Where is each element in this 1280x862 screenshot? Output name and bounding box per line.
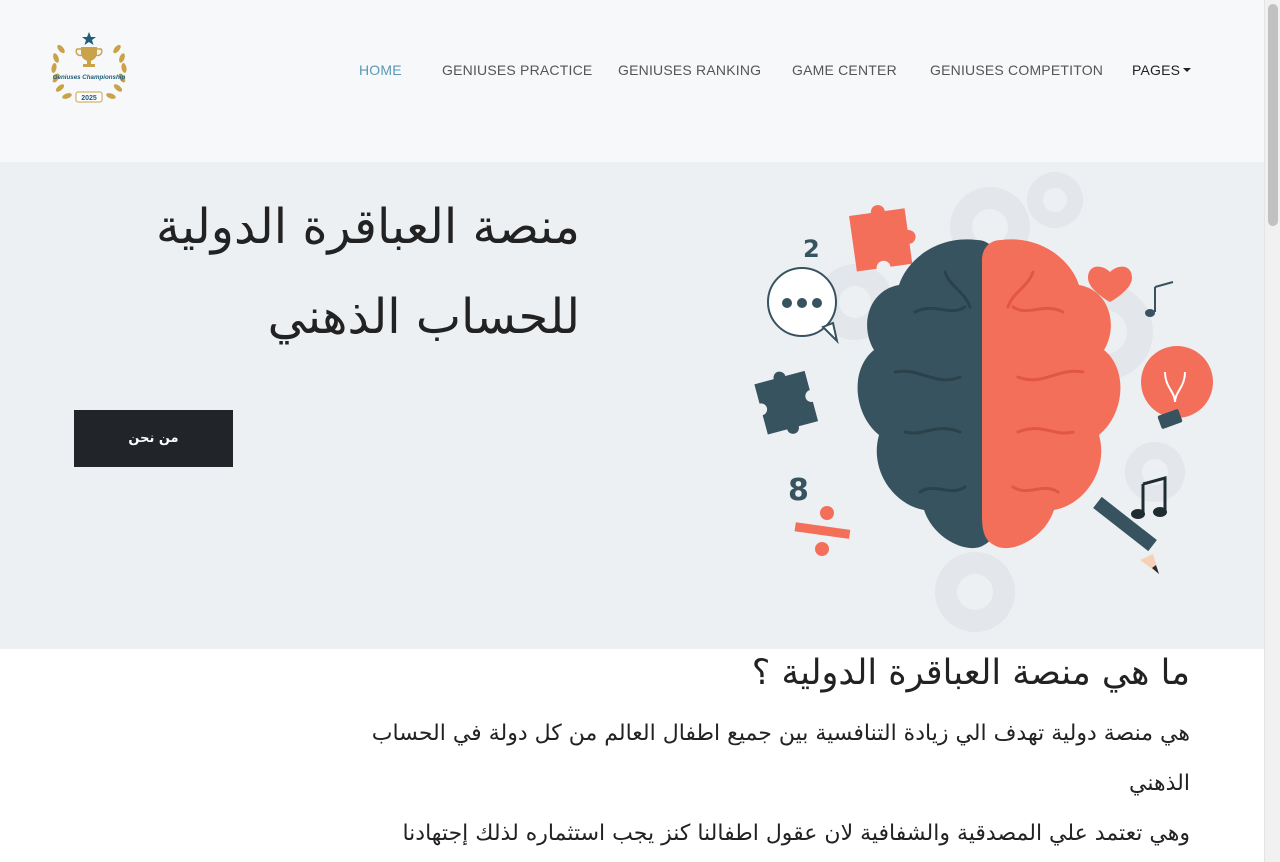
about-line-2: الذهني [1129, 771, 1190, 796]
hero-title-line1: منصة العباقرة الدولية [155, 199, 580, 255]
nav-game-center[interactable]: GAME CENTER [792, 62, 897, 78]
music-note-icon [1145, 281, 1174, 317]
nav-geniuses-practice[interactable]: GENIUSES PRACTICE [442, 62, 592, 78]
number-two: 2 [803, 235, 820, 263]
about-section: ما هي منصة العباقرة الدولية ؟ هي منصة دو… [0, 649, 1264, 862]
page-scrollbar[interactable] [1264, 0, 1280, 862]
about-line-1: هي منصة دولية تهدف الي زيادة التنافسية ب… [371, 721, 1190, 746]
about-us-button[interactable]: من نحن [74, 410, 233, 467]
puzzle-piece-icon [849, 205, 916, 272]
number-eight: 8 [788, 473, 809, 508]
about-description: هي منصة دولية تهدف الي زيادة التنافسية ب… [350, 709, 1190, 859]
logo-year: 2025 [81, 95, 97, 102]
about-line-3: وهي تعتمد علي المصدقية والشفافية لان عقو… [402, 821, 1190, 846]
site-header: Geniuses Championship 2025 HOME GENIUSES… [0, 0, 1264, 162]
lightbulb-icon [1141, 346, 1213, 429]
hero-section: منصة العباقرة الدولية للحساب الذهني من ن… [0, 162, 1264, 649]
speech-bubble-icon [767, 267, 839, 345]
nav-home[interactable]: HOME [359, 62, 402, 78]
puzzle-piece-dark-icon [754, 370, 819, 435]
scrollbar-thumb[interactable] [1268, 4, 1278, 226]
nav-geniuses-competition[interactable]: GENIUSES COMPETITON [930, 62, 1103, 78]
pencil-icon [1093, 496, 1159, 574]
nav-geniuses-ranking[interactable]: GENIUSES RANKING [618, 62, 761, 78]
nav-pages-label: PAGES [1132, 62, 1181, 78]
caret-down-icon [1183, 68, 1192, 73]
main-nav: HOME GENIUSES PRACTICE GENIUSES RANKING … [0, 62, 1264, 82]
hero-title-line2: للحساب الذهني [267, 289, 580, 345]
nav-pages-dropdown[interactable]: PAGES [1132, 62, 1192, 78]
divide-icon [794, 506, 851, 556]
about-title: ما هي منصة العباقرة الدولية ؟ [751, 653, 1190, 693]
hero-title: منصة العباقرة الدولية للحساب الذهني [60, 182, 580, 362]
brain-illustration: 2 8 [754, 172, 1213, 632]
